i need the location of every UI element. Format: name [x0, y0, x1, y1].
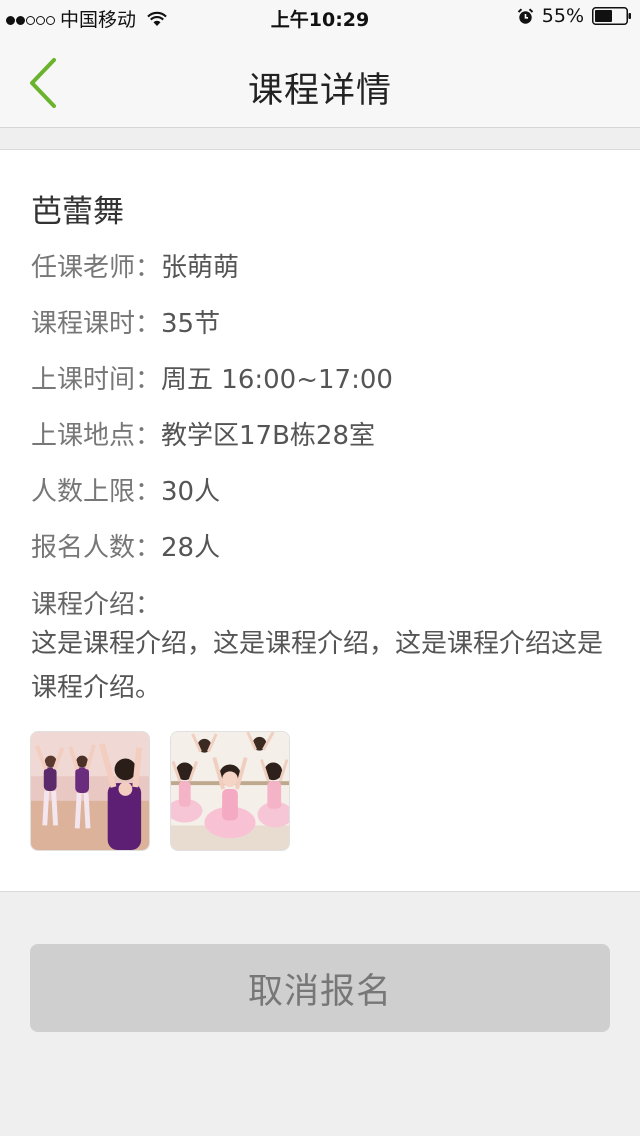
location-value: 教学区17B栋28室 [161, 421, 376, 451]
course-photo-2[interactable] [170, 731, 290, 851]
schedule-row: 上课时间：周五 16:00~17:00 [31, 359, 393, 396]
teacher-label: 任课老师： [31, 253, 162, 283]
intro-label: 课程介绍： [31, 590, 162, 620]
course-photo-1[interactable] [30, 731, 150, 851]
location-row: 上课地点：教学区17B栋28室 [31, 415, 375, 452]
hours-value: 35节 [161, 309, 221, 339]
enrolled-label: 报名人数： [31, 533, 162, 563]
schedule-label: 上课时间： [31, 365, 162, 395]
enrolled-row: 报名人数：28人 [31, 527, 220, 564]
battery-percent: 55% [541, 5, 584, 27]
status-bar: 中国移动 上午10:29 55% [0, 0, 640, 34]
teacher-value: 张萌萌 [161, 253, 240, 283]
status-right: 55% [517, 5, 632, 27]
ballet-girls-pink-tutu-photo [171, 732, 289, 850]
capacity-label: 人数上限： [31, 477, 162, 507]
course-detail-card: 芭蕾舞 任课老师：张萌萌 课程课时：35节 上课时间：周五 16:00~17:0… [0, 149, 640, 892]
cancel-registration-button[interactable]: 取消报名 [30, 944, 610, 1032]
course-name: 芭蕾舞 [31, 194, 124, 230]
page-title: 课程详情 [247, 71, 392, 111]
capacity-row: 人数上限：30人 [31, 471, 220, 508]
enrolled-value: 28人 [161, 533, 221, 563]
battery-icon [592, 7, 631, 25]
teacher-row: 任课老师：张萌萌 [31, 247, 239, 284]
course-intro-text: 这是课程介绍，这是课程介绍，这是课程介绍这是课程介绍。 [31, 629, 604, 703]
location-label: 上课地点： [31, 421, 162, 451]
schedule-value: 周五 16:00~17:00 [161, 365, 393, 395]
hours-row: 课程课时：35节 [31, 303, 220, 340]
navigation-bar: 课程详情 [0, 34, 640, 128]
capacity-value: 30人 [161, 477, 221, 507]
ballet-dancers-purple-photo [31, 732, 149, 850]
hours-label: 课程课时： [31, 309, 162, 339]
alarm-clock-icon [517, 7, 533, 24]
